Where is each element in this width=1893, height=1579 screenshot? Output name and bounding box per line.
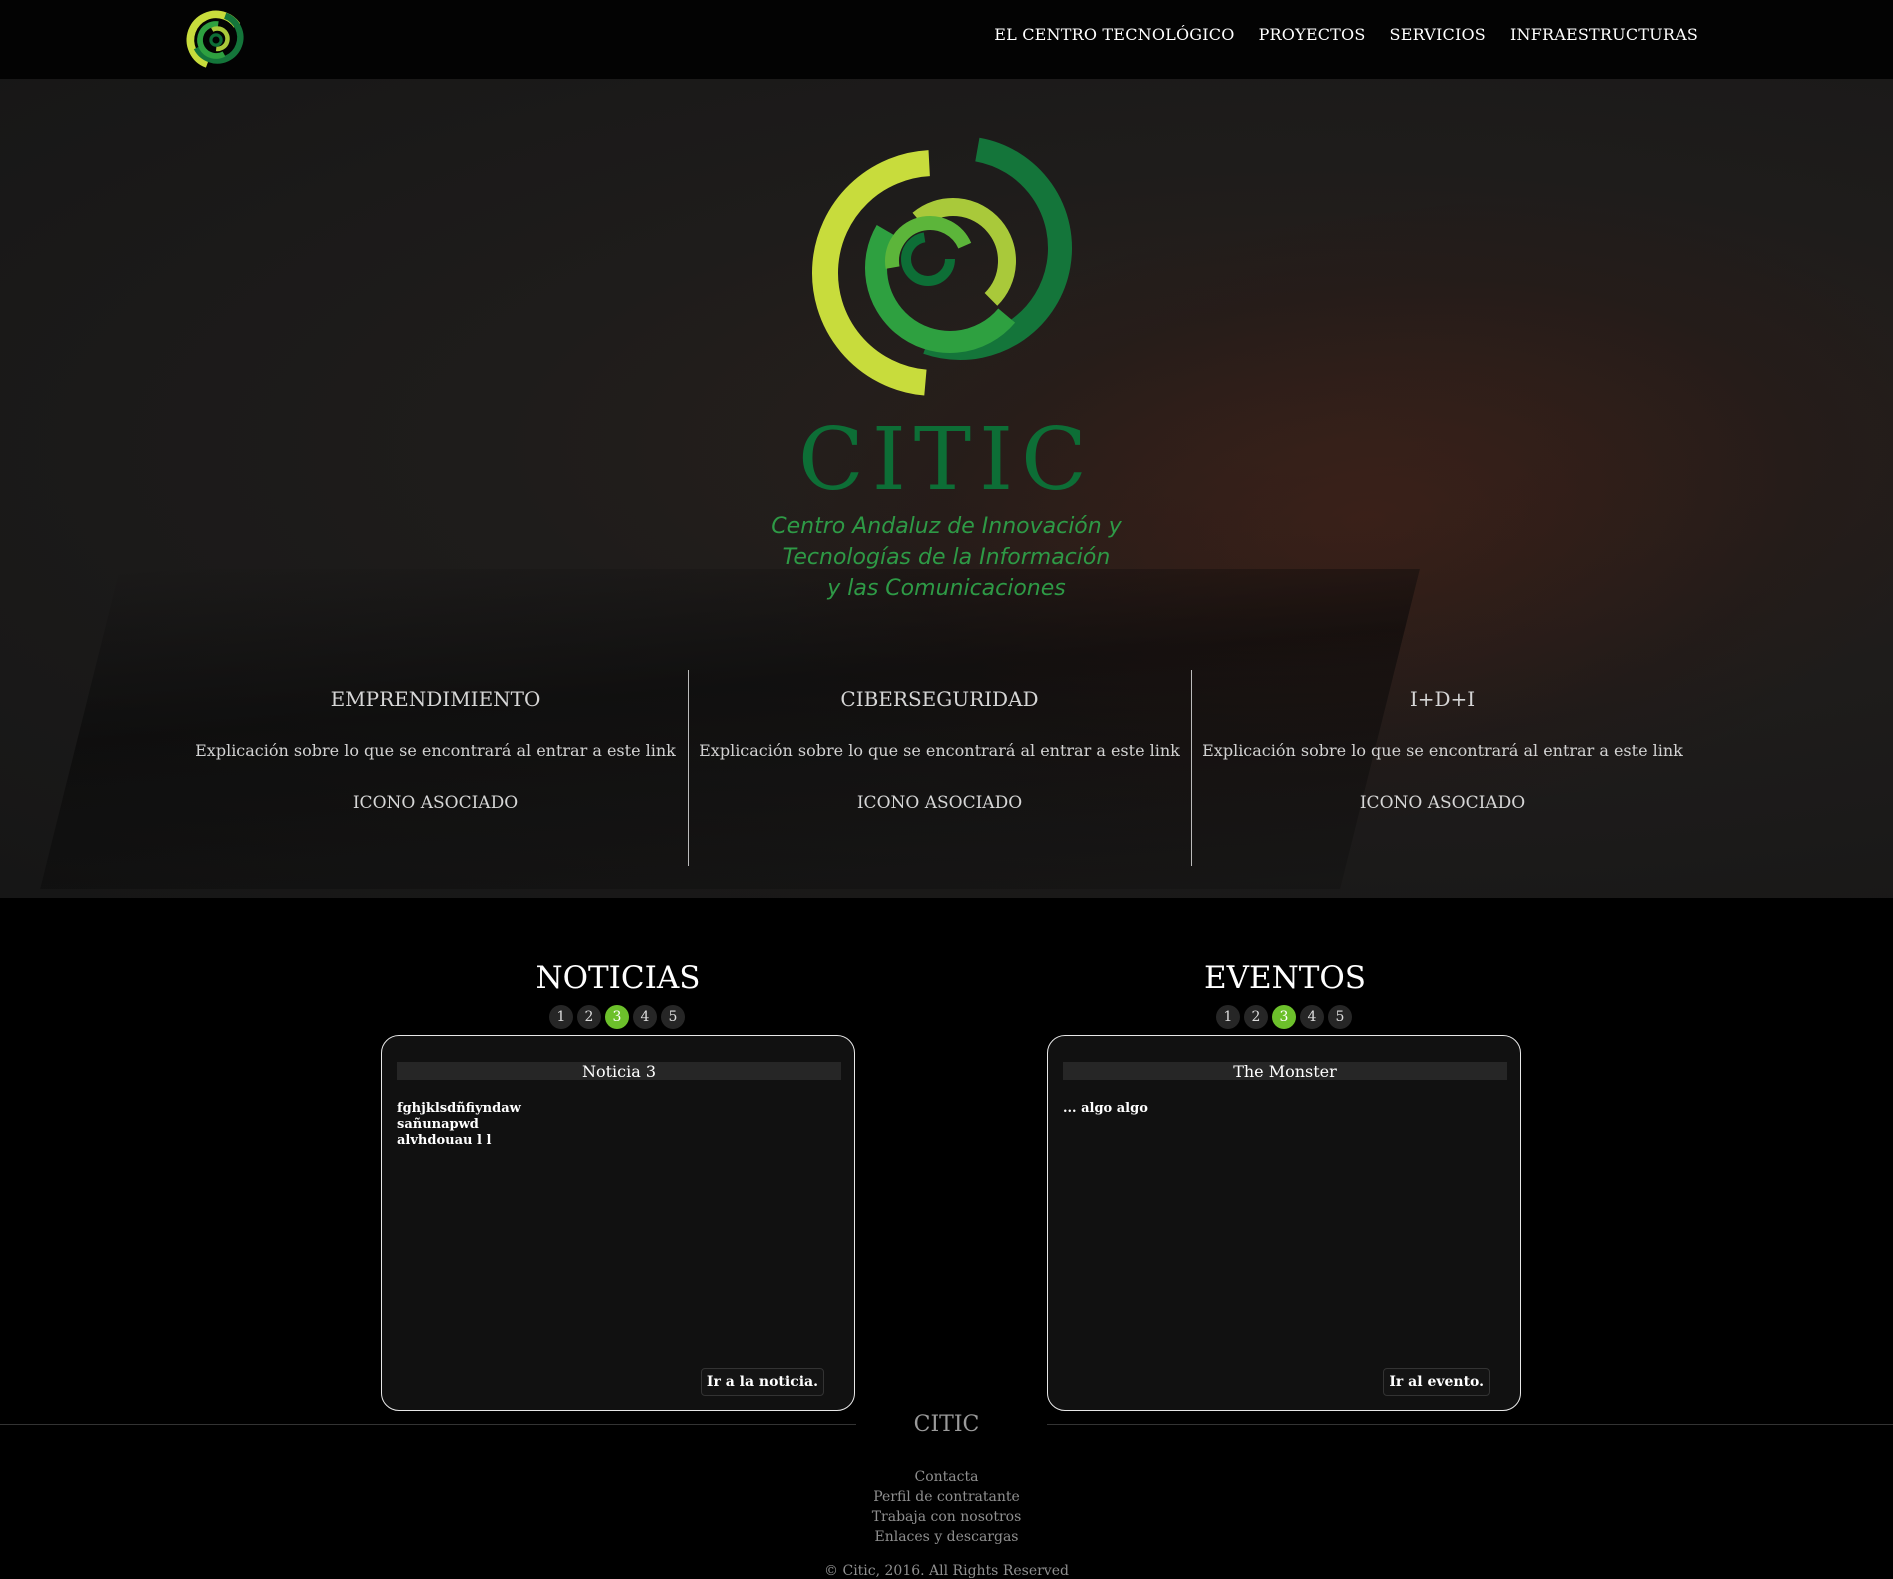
footer-link-enlaces[interactable]: Enlaces y descargas [0, 1527, 1893, 1547]
feature-icon-placeholder: ICONO ASOCIADO [352, 793, 519, 813]
footer-links: Contacta Perfil de contratante Trabaja c… [0, 1467, 1893, 1547]
feature-title[interactable]: EMPRENDIMIENTO [185, 687, 686, 711]
events-page-4[interactable]: 4 [1300, 1005, 1324, 1029]
nav-infraestructuras[interactable]: INFRAESTRUCTURAS [1510, 25, 1698, 44]
main-nav: EL CENTRO TECNOLÓGICO PROYECTOS SERVICIO… [994, 25, 1698, 44]
news-card-body: fghjklsdñfiyndaw sañunapwd alvhdouau l l [397, 1101, 521, 1148]
footer-link-trabaja[interactable]: Trabaja con nosotros [0, 1507, 1893, 1527]
news-page-5[interactable]: 5 [661, 1005, 685, 1029]
feature-emprendimiento[interactable]: EMPRENDIMIENTO Explicación sobre lo que … [185, 670, 686, 866]
news-section-title: NOTICIAS [535, 960, 701, 996]
read-event-button[interactable]: Ir al evento. [1383, 1368, 1490, 1396]
feature-icon-placeholder: ICONO ASOCIADO [1359, 793, 1526, 813]
events-page-1[interactable]: 1 [1216, 1005, 1240, 1029]
hero-subtitle-line: Centro Andaluz de Innovación y [771, 514, 1122, 539]
read-news-button[interactable]: Ir a la noticia. [700, 1368, 824, 1396]
feature-description: Explicación sobre lo que se encontrará a… [699, 741, 1180, 760]
events-card-title: The Monster [1063, 1062, 1507, 1081]
hero-brand-subtitle: Centro Andaluz de Innovación y Tecnologí… [0, 511, 1893, 604]
events-section-title: EVENTOS [1203, 960, 1367, 996]
news-page-1[interactable]: 1 [549, 1005, 573, 1029]
news-page-3[interactable]: 3 [605, 1005, 629, 1029]
events-page-2[interactable]: 2 [1244, 1005, 1268, 1029]
news-card: Noticia 3 fghjklsdñfiyndaw sañunapwd alv… [381, 1035, 855, 1411]
citic-logo-icon[interactable] [184, 8, 248, 72]
hero-brand-name: CITIC [798, 410, 1095, 510]
feature-icon-placeholder: ICONO ASOCIADO [856, 793, 1023, 813]
feature-title[interactable]: CIBERSEGURIDAD [689, 687, 1190, 711]
footer-brand: CITIC [913, 1412, 980, 1437]
hero-banner: CITIC Centro Andaluz de Innovación y Tec… [0, 79, 1893, 898]
feature-idi[interactable]: I+D+I Explicación sobre lo que se encont… [1191, 670, 1693, 866]
footer-link-perfil-contratante[interactable]: Perfil de contratante [0, 1487, 1893, 1507]
nav-servicios[interactable]: SERVICIOS [1390, 25, 1486, 44]
feature-columns: EMPRENDIMIENTO Explicación sobre lo que … [185, 670, 1690, 866]
news-page-2[interactable]: 2 [577, 1005, 601, 1029]
feature-ciberseguridad[interactable]: CIBERSEGURIDAD Explicación sobre lo que … [688, 670, 1190, 866]
hero-subtitle-line: Tecnologías de la Información [782, 545, 1111, 570]
nav-el-centro-tecnologico[interactable]: EL CENTRO TECNOLÓGICO [994, 25, 1234, 44]
hero-subtitle-line: y las Comunicaciones [827, 576, 1066, 601]
news-page-4[interactable]: 4 [633, 1005, 657, 1029]
feature-description: Explicación sobre lo que se encontrará a… [1202, 741, 1683, 760]
feature-title[interactable]: I+D+I [1192, 687, 1693, 711]
news-card-title: Noticia 3 [397, 1062, 841, 1081]
footer-link-contacta[interactable]: Contacta [0, 1467, 1893, 1487]
news-pager: 1 2 3 4 5 [549, 1005, 685, 1029]
citic-spiral-logo-icon [811, 136, 1072, 396]
events-pager: 1 2 3 4 5 [1216, 1005, 1352, 1029]
events-card-body: ... algo algo [1063, 1101, 1148, 1116]
events-page-3[interactable]: 3 [1272, 1005, 1296, 1029]
events-page-5[interactable]: 5 [1328, 1005, 1352, 1029]
nav-proyectos[interactable]: PROYECTOS [1259, 25, 1366, 44]
copyright-notice: © Citic, 2016. All Rights Reserved [824, 1563, 1069, 1579]
events-card: The Monster ... algo algo Ir al evento. [1047, 1035, 1521, 1411]
top-navbar: EL CENTRO TECNOLÓGICO PROYECTOS SERVICIO… [0, 0, 1893, 79]
feature-description: Explicación sobre lo que se encontrará a… [195, 741, 676, 760]
